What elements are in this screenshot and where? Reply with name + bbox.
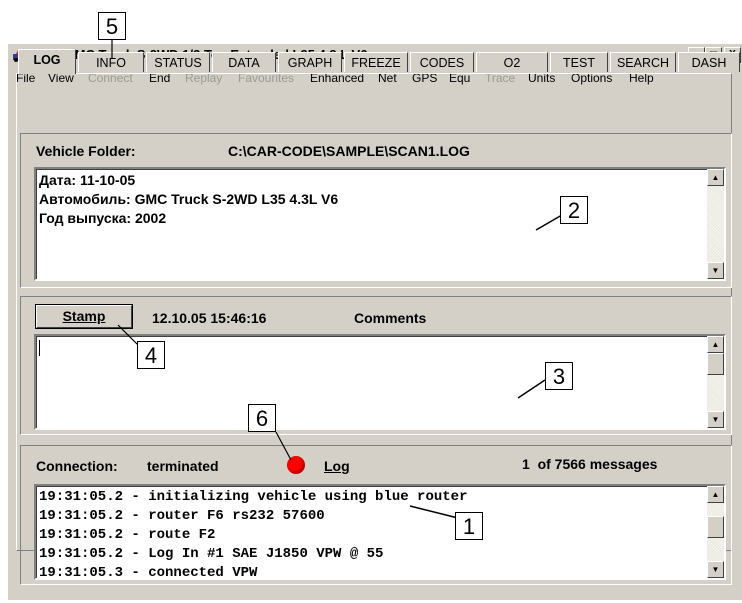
vehicle-folder-label: Vehicle Folder: (36, 143, 136, 159)
tab-log[interactable]: LOG (18, 49, 76, 74)
tab-info[interactable]: INFO (78, 52, 144, 72)
log-line: 19:31:05.2 - router F6 rs232 57600 (39, 508, 325, 524)
vehicle-info-scrollbar[interactable]: ▲ ▼ (707, 169, 724, 279)
vehicle-folder-path: C:\CAR-CODE\SAMPLE\SCAN1.LOG (228, 143, 470, 159)
stamp-button[interactable]: Stamp (36, 305, 132, 328)
log-text: 19:31:05.2 - initializing vehicle using … (39, 488, 467, 583)
log-line: 19:31:05.2 - Log In #1 SAE J1850 VPW @ 5… (39, 546, 384, 562)
log-line: 19:31:05.2 - initializing vehicle using … (39, 489, 468, 505)
tab-codes[interactable]: CODES (410, 52, 474, 72)
log-toggle[interactable]: Log (324, 458, 350, 474)
callout-6: 6 (248, 404, 276, 432)
scroll-down-icon[interactable]: ▼ (707, 561, 724, 578)
connection-status: terminated (147, 458, 219, 474)
message-counter: 1 of 7566 messages (522, 456, 658, 472)
log-scrollbar[interactable]: ▲ ▼ (707, 486, 724, 578)
tab-data[interactable]: DATA (212, 52, 276, 72)
tab-status[interactable]: STATUS (146, 52, 210, 72)
callout-2: 2 (560, 196, 588, 224)
scroll-thumb[interactable] (707, 353, 724, 375)
stamp-timestamp: 12.10.05 15:46:16 (152, 310, 267, 326)
tab-graph[interactable]: GRAPH (278, 52, 342, 72)
callout-3: 3 (545, 362, 573, 390)
vehicle-info-text: Дата: 11-10-05 Автомобиль: GMC Truck S-2… (39, 172, 339, 226)
scroll-down-icon[interactable]: ▼ (707, 262, 724, 279)
scroll-up-icon[interactable]: ▲ (707, 486, 724, 503)
log-line: 19:31:05.2 - route F2 (39, 527, 216, 543)
scroll-down-icon[interactable]: ▼ (707, 411, 724, 428)
callout-1: 1 (455, 512, 483, 540)
vehicle-info-textbox[interactable]: Дата: 11-10-05 Автомобиль: GMC Truck S-2… (34, 167, 726, 281)
callout-4: 4 (137, 341, 165, 369)
log-line: 19:31:05.3 - connected VPW (39, 565, 258, 581)
tab-dash[interactable]: DASH (678, 52, 740, 72)
scroll-up-icon[interactable]: ▲ (707, 336, 724, 353)
tab-test[interactable]: TEST (550, 52, 608, 72)
message-log[interactable]: 19:31:05.2 - initializing vehicle using … (34, 484, 726, 583)
text-cursor (39, 340, 40, 356)
connection-indicator-icon (287, 456, 305, 474)
connection-label: Connection: (36, 458, 118, 474)
tab-o2[interactable]: O2 (476, 52, 548, 72)
callout-5: 5 (98, 12, 126, 40)
tab-freeze[interactable]: FREEZE (344, 52, 408, 72)
comments-label: Comments (354, 310, 427, 326)
scroll-up-icon[interactable]: ▲ (707, 169, 724, 186)
scroll-thumb[interactable] (707, 516, 724, 538)
comments-scrollbar[interactable]: ▲ ▼ (707, 336, 724, 428)
tab-search[interactable]: SEARCH (610, 52, 676, 72)
